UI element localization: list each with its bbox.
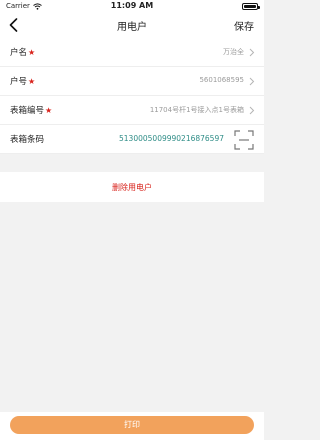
- user-form: 户名★ 万治全 户号★ 5601068595 表箱编号★ 11704号杆1号接入…: [0, 38, 264, 154]
- navigation-bar: 用电户 保存: [0, 12, 264, 38]
- meter-box-barcode-label: 表箱条码: [10, 135, 45, 145]
- print-button[interactable]: 打印: [10, 416, 254, 434]
- chevron-right-icon: [249, 77, 255, 86]
- status-time: 11:09 AM: [110, 1, 154, 10]
- meter-box-barcode-value: 5130005009990216876597: [119, 134, 224, 143]
- account-number-value: 5601068595: [199, 76, 244, 84]
- account-number-label: 户号★: [10, 77, 36, 87]
- account-number-row[interactable]: 户号★ 5601068595: [0, 67, 264, 96]
- bottom-bar: 打印: [0, 412, 264, 440]
- meter-box-number-value: 11704号杆1号接入点1号表箱: [149, 106, 244, 114]
- save-button[interactable]: 保存: [234, 18, 254, 33]
- account-name-row[interactable]: 户名★ 万治全: [0, 38, 264, 67]
- page-title: 用电户: [117, 22, 147, 33]
- delete-section: 删除用电户: [0, 172, 264, 202]
- meter-box-number-label: 表箱编号★: [10, 106, 53, 116]
- delete-user-button[interactable]: 删除用电户: [112, 182, 152, 193]
- required-star-icon: ★: [45, 106, 53, 115]
- required-star-icon: ★: [28, 77, 36, 86]
- account-name-label: 户名★: [10, 48, 36, 58]
- chevron-right-icon: [249, 106, 255, 115]
- chevron-right-icon: [249, 48, 255, 57]
- required-star-icon: ★: [28, 48, 36, 57]
- battery-icon: [242, 3, 260, 10]
- status-bar: Carrier 11:09 AM: [0, 0, 264, 12]
- meter-box-number-row[interactable]: 表箱编号★ 11704号杆1号接入点1号表箱: [0, 96, 264, 125]
- meter-box-barcode-row: 表箱条码 5130005009990216876597: [0, 125, 264, 154]
- scan-icon[interactable]: [233, 129, 255, 151]
- account-name-value: 万治全: [223, 48, 244, 56]
